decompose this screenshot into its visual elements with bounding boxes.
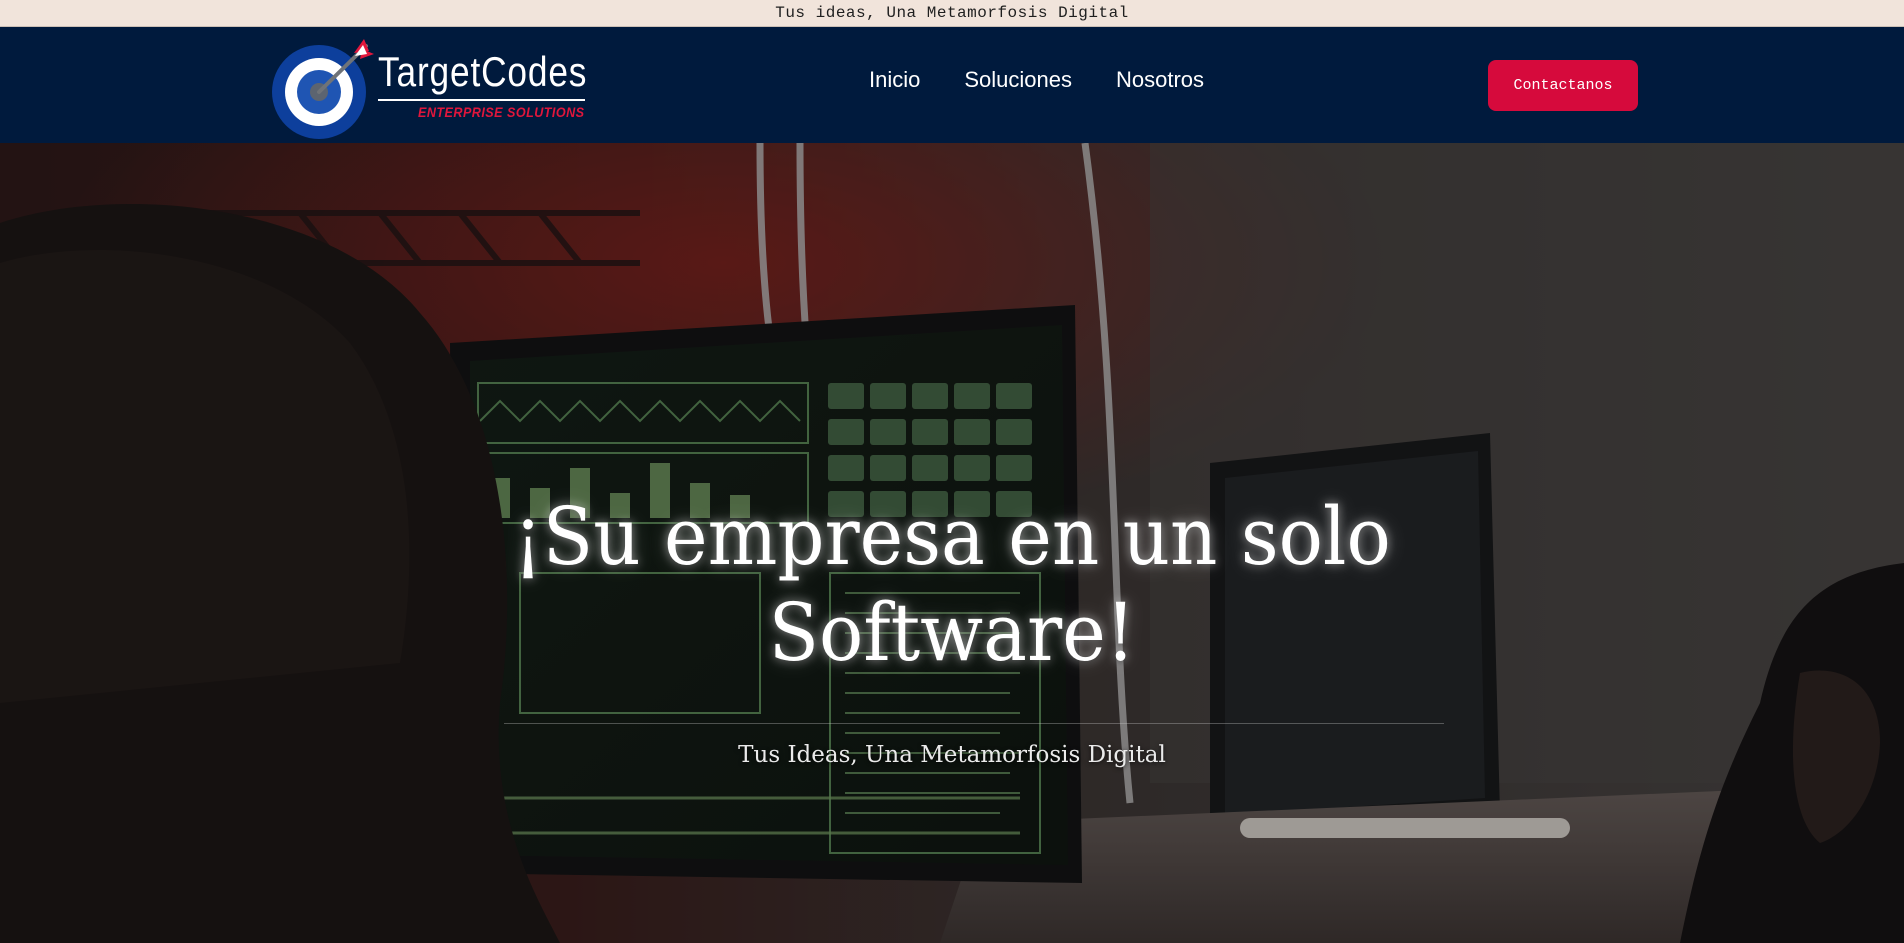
- brand-tagline: ENTERPRISE SOLUTIONS: [418, 104, 585, 120]
- brand-name: TargetCodes: [378, 48, 588, 95]
- nav-item-nosotros[interactable]: Nosotros: [1116, 67, 1204, 93]
- nav-item-soluciones[interactable]: Soluciones: [964, 67, 1072, 93]
- announcement-text: Tus ideas, Una Metamorfosis Digital: [775, 4, 1129, 22]
- target-dart-icon: [272, 39, 374, 139]
- announcement-bar: Tus ideas, Una Metamorfosis Digital: [0, 0, 1904, 27]
- navbar: TargetCodes ENTERPRISE SOLUTIONS Inicio …: [0, 27, 1904, 143]
- hero-title: ¡Su empresa en un solo Software!: [513, 490, 1391, 679]
- contact-button[interactable]: Contactanos: [1488, 60, 1638, 111]
- hero-divider: [504, 723, 1444, 724]
- brand-underline: [378, 99, 585, 101]
- brand-logo[interactable]: TargetCodes ENTERPRISE SOLUTIONS: [270, 33, 600, 139]
- main-nav: Inicio Soluciones Nosotros: [869, 67, 1248, 93]
- hero-subtitle: Tus Ideas, Una Metamorfosis Digital: [738, 742, 1166, 768]
- nav-item-inicio[interactable]: Inicio: [869, 67, 920, 93]
- hero-section: ¡Su empresa en un solo Software! Tus Ide…: [0, 143, 1904, 943]
